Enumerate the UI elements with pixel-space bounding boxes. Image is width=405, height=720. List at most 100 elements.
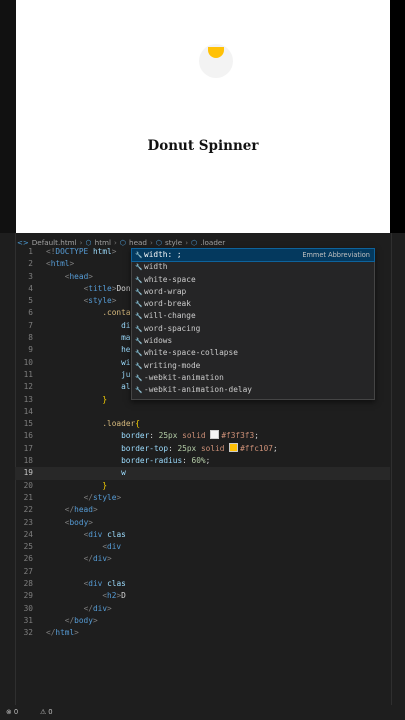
code-line[interactable]: 26 </div>: [15, 553, 390, 565]
suggestion-item[interactable]: 🔧 white-space: [132, 274, 374, 286]
code-line[interactable]: 19 w: [15, 467, 390, 480]
code-text: </head>: [46, 504, 98, 516]
autocomplete-popup[interactable]: 🔧 width: ; Emmet Abbreviation 🔧 width 🔧 white-…: [131, 247, 375, 400]
line-number: 23: [23, 517, 33, 527]
code-text: <head>: [46, 271, 93, 283]
code-line[interactable]: 29 <h2>D: [15, 590, 390, 602]
line-number: 17: [23, 443, 33, 453]
code-text: </body>: [46, 615, 98, 627]
code-line[interactable]: 14: [15, 406, 390, 418]
warnings-indicator[interactable]: ⚠ 0: [40, 708, 53, 716]
suggestion-item[interactable]: 🔧 word-wrap: [132, 286, 374, 298]
code-line[interactable]: 25 <div: [15, 541, 390, 553]
code-token: </: [83, 603, 93, 613]
code-token: </: [64, 505, 75, 515]
code-token: }: [102, 394, 108, 404]
code-line[interactable]: 28 <div clas: [15, 578, 390, 590]
line-number: 1: [28, 247, 33, 256]
code-line[interactable]: 31 </body>: [15, 615, 390, 627]
code-text: border: 25px solid #f3f3f3;: [46, 430, 259, 442]
code-token: style: [88, 296, 112, 306]
code-token: .loader: [102, 419, 136, 429]
code-line[interactable]: 16 border: 25px solid #f3f3f3;: [15, 430, 390, 442]
code-line[interactable]: 27: [15, 566, 390, 578]
code-token: body: [69, 517, 89, 527]
warnings-count: 0: [48, 708, 53, 716]
suggestion-item[interactable]: 🔧 width: ; Emmet Abbreviation: [131, 247, 375, 263]
line-number: 15: [23, 419, 33, 429]
code-line[interactable]: 32 </html>: [15, 627, 390, 639]
line-number: 12: [23, 382, 33, 392]
suggestion-item[interactable]: 🔧 width: [132, 261, 374, 273]
suggestion-item[interactable]: 🔧 word-break: [132, 298, 374, 310]
line-number: 9: [28, 345, 33, 355]
suggestion-item[interactable]: 🔧 -webkit-animation: [132, 372, 374, 384]
code-token: >: [111, 247, 117, 256]
code-text: <h2>D: [46, 590, 126, 602]
code-line[interactable]: 18 border-radius: 60%;: [15, 455, 390, 467]
code-line[interactable]: 15 .loader{: [15, 418, 390, 430]
suggestion-item[interactable]: 🔧 will-change: [132, 310, 374, 322]
code-token: body: [74, 615, 93, 625]
code-line[interactable]: 23 <body>: [15, 517, 390, 529]
suggestion-label: -webkit-animation: [144, 372, 224, 382]
code-token: div: [88, 529, 103, 539]
line-number: 19: [23, 468, 33, 478]
code-line[interactable]: 21 </style>: [15, 492, 390, 504]
suggestion-item[interactable]: 🔧 writing-mode: [132, 360, 374, 372]
color-swatch[interactable]: [210, 430, 220, 440]
line-number: 8: [28, 333, 33, 343]
code-text: .loader{: [46, 418, 140, 430]
line-number: 2: [28, 259, 33, 269]
suggestion-item[interactable]: 🔧 -webkit-animation-delay: [132, 384, 374, 396]
errors-indicator[interactable]: ⊗ 0: [6, 708, 18, 716]
code-text: <div: [46, 541, 121, 553]
code-token: >: [74, 628, 79, 638]
code-text: </style>: [46, 492, 122, 504]
suggestion-label: word-wrap: [144, 286, 187, 296]
code-token: solid: [182, 431, 211, 441]
suggestion-label: will-change: [144, 311, 196, 321]
suggestion-item[interactable]: 🔧 white-space-collapse: [132, 347, 374, 359]
line-number: 10: [23, 357, 33, 367]
color-swatch[interactable]: [229, 442, 239, 452]
line-number: 16: [23, 431, 33, 441]
code-line[interactable]: 17 border-top: 25px solid #ffc107;: [15, 442, 390, 455]
line-number: 24: [23, 529, 33, 539]
line-number: 32: [23, 628, 33, 638]
code-token: border-radius: [121, 456, 183, 466]
code-line[interactable]: 30 </div>: [15, 603, 390, 615]
line-number: 25: [23, 542, 33, 552]
code-token: >: [111, 296, 117, 306]
line-number: 14: [23, 406, 33, 416]
code-line[interactable]: 24 <div clas: [15, 529, 390, 541]
line-number: 3: [28, 271, 33, 281]
code-line[interactable]: 20 }: [15, 480, 390, 492]
line-number: 20: [23, 480, 33, 490]
line-number: 26: [23, 554, 33, 564]
suggestion-item[interactable]: 🔧 widows: [132, 335, 374, 347]
preview-page: [16, 0, 390, 233]
suggestion-item[interactable]: 🔧 word-spacing: [132, 323, 374, 335]
suggestion-label: widows: [144, 336, 173, 346]
line-number: 31: [23, 615, 33, 625]
code-text: </html>: [46, 627, 79, 639]
line-number: 7: [28, 320, 33, 330]
code-token: head: [69, 271, 89, 281]
code-text: <body>: [46, 517, 93, 529]
code-line[interactable]: 22 </head>: [15, 504, 390, 516]
code-token: clas: [107, 579, 126, 589]
